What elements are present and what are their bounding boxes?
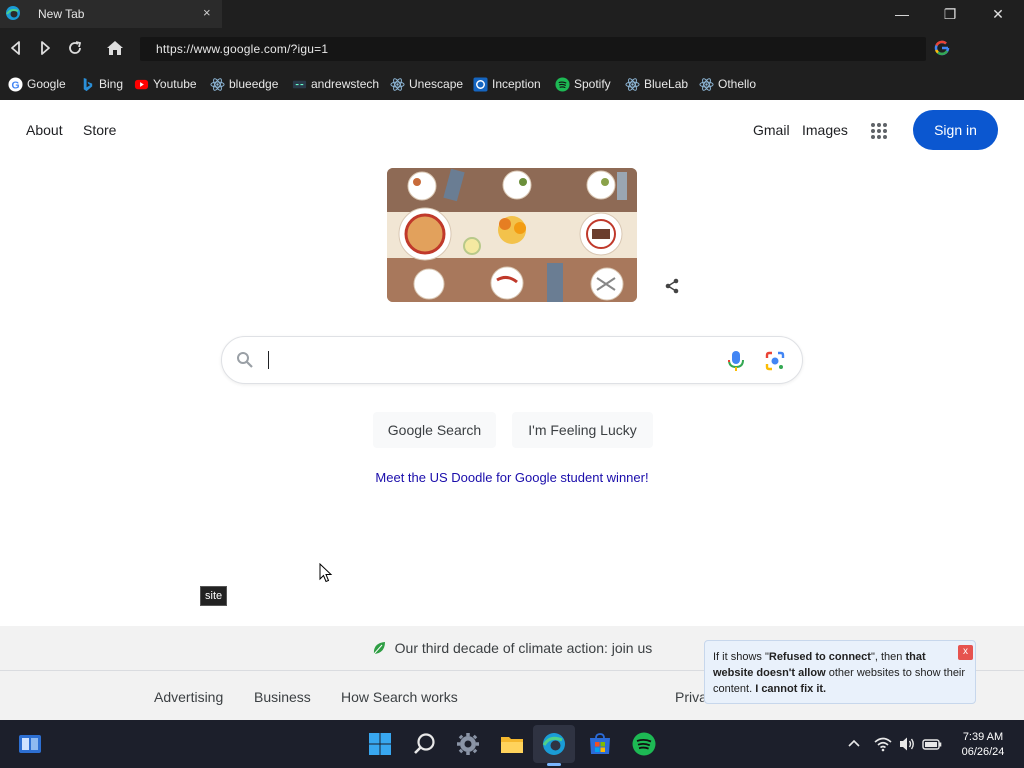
notice-close-button[interactable]: x: [958, 645, 973, 660]
system-clock[interactable]: 7:39 AM 06/26/24: [954, 730, 1012, 760]
chevron-up-icon[interactable]: [846, 736, 862, 752]
back-icon[interactable]: [6, 38, 26, 58]
bookmark-blueedge[interactable]: blueedge: [210, 76, 278, 92]
google-search-button[interactable]: Google Search: [373, 412, 496, 448]
share-icon[interactable]: [662, 276, 682, 296]
clock-time: 7:39 AM: [962, 731, 1004, 743]
microphone-icon[interactable]: [726, 349, 746, 373]
search-input[interactable]: [266, 349, 706, 371]
react-icon: [625, 77, 640, 91]
bookmarks-bar: G Google Bing Youtube blueedge andrewste…: [0, 68, 1024, 100]
title-bar: New Tab × — ❐ ✕: [0, 0, 1024, 28]
images-link[interactable]: Images: [802, 122, 848, 138]
tab-title: New Tab: [38, 7, 85, 21]
store-link[interactable]: Store: [83, 122, 116, 138]
site-icon: [292, 80, 307, 88]
svg-text:G: G: [11, 80, 19, 91]
file-explorer-icon[interactable]: [500, 732, 524, 756]
google-g-icon[interactable]: [934, 40, 950, 56]
reload-icon[interactable]: [65, 38, 85, 58]
tooltip: site: [200, 586, 228, 606]
active-app-indicator: [547, 763, 561, 766]
edge-icon: [6, 6, 20, 20]
widgets-icon[interactable]: [18, 732, 42, 756]
minimize-button[interactable]: —: [892, 4, 912, 24]
restore-button[interactable]: ❐: [940, 4, 960, 24]
inception-icon: [473, 76, 488, 92]
mouse-cursor-icon: [319, 563, 333, 583]
bookmark-bing[interactable]: Bing: [80, 76, 123, 92]
bookmark-inception[interactable]: Inception: [473, 76, 541, 92]
tab-new-tab[interactable]: New Tab ×: [0, 0, 222, 28]
bing-icon: [83, 77, 93, 91]
settings-gear-icon[interactable]: [456, 732, 480, 756]
navigation-bar: https://www.google.com/?igu=1: [0, 28, 1024, 68]
about-link[interactable]: About: [26, 122, 63, 138]
google-doodle-image[interactable]: [387, 168, 637, 302]
bookmark-spotify[interactable]: Spotify: [555, 76, 611, 92]
microsoft-store-icon[interactable]: [588, 732, 612, 756]
search-icon: [237, 352, 253, 368]
close-window-button[interactable]: ✕: [988, 4, 1008, 24]
spotify-taskbar-icon[interactable]: [632, 732, 656, 756]
google-lens-icon[interactable]: [764, 350, 786, 372]
connection-notice-popup: If it shows "Refused to connect", then t…: [704, 640, 976, 704]
spotify-icon: [555, 76, 570, 92]
volume-icon[interactable]: [898, 735, 916, 753]
leaf-icon: [373, 642, 385, 655]
forward-icon[interactable]: [35, 38, 55, 58]
react-icon: [699, 77, 714, 91]
home-icon[interactable]: [105, 38, 125, 58]
bookmark-andrewstech[interactable]: andrewstech: [292, 76, 379, 92]
taskbar: 7:39 AM 06/26/24: [0, 720, 1024, 768]
edge-taskbar-icon[interactable]: [542, 732, 566, 756]
business-link[interactable]: Business: [254, 689, 311, 705]
react-icon: [390, 77, 405, 91]
google-icon: G: [8, 76, 23, 92]
bookmark-bluelab[interactable]: BlueLab: [625, 76, 688, 92]
advertising-link[interactable]: Advertising: [154, 689, 223, 705]
doodle-promo-link[interactable]: Meet the US Doodle for Google student wi…: [0, 470, 1024, 485]
text-cursor: [268, 351, 269, 369]
gmail-link[interactable]: Gmail: [753, 122, 790, 138]
bookmark-youtube[interactable]: Youtube: [134, 76, 197, 92]
google-homepage: About Store Gmail Images Sign in Google …: [0, 100, 1024, 720]
tab-close-icon[interactable]: ×: [203, 5, 211, 20]
url-text[interactable]: https://www.google.com/?igu=1: [156, 42, 328, 56]
wifi-icon[interactable]: [874, 735, 892, 753]
address-bar[interactable]: https://www.google.com/?igu=1: [140, 37, 926, 61]
search-box[interactable]: [221, 336, 803, 384]
sign-in-button[interactable]: Sign in: [913, 110, 998, 150]
how-search-works-link[interactable]: How Search works: [341, 689, 458, 705]
feeling-lucky-button[interactable]: I'm Feeling Lucky: [512, 412, 653, 448]
battery-icon[interactable]: [922, 736, 942, 752]
windows-start-icon[interactable]: [368, 732, 392, 756]
bookmark-google[interactable]: G Google: [8, 76, 66, 92]
youtube-icon: [134, 79, 149, 89]
bookmark-othello[interactable]: Othello: [699, 76, 756, 92]
clock-date: 06/26/24: [961, 746, 1005, 758]
bookmark-unescape[interactable]: Unescape: [390, 76, 463, 92]
search-taskbar-icon[interactable]: [413, 732, 437, 756]
privacy-link[interactable]: Priva: [675, 689, 707, 705]
apps-grid-icon[interactable]: [870, 122, 888, 140]
react-icon: [210, 77, 225, 91]
